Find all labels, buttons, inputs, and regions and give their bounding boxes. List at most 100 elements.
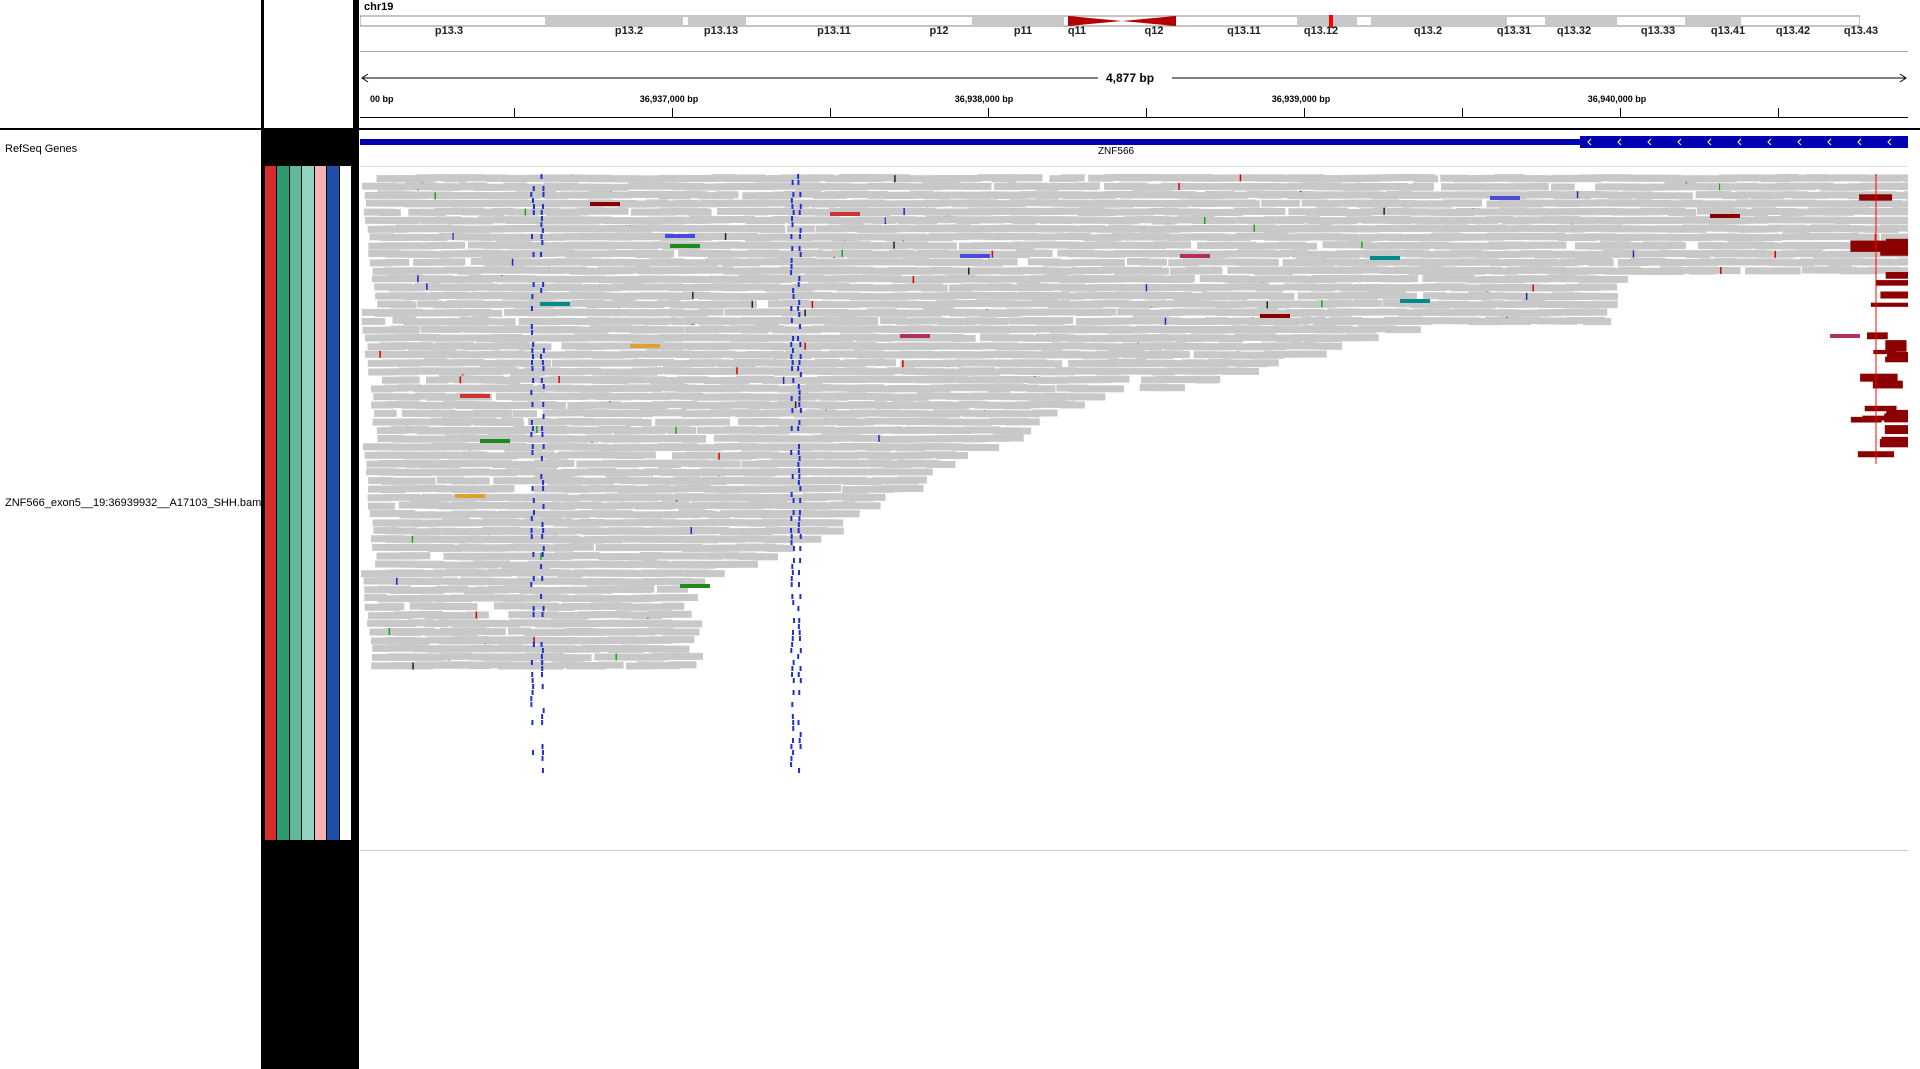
read[interactable] xyxy=(696,418,730,426)
read[interactable] xyxy=(518,343,552,351)
read[interactable] xyxy=(628,451,656,459)
chromosome-ideogram[interactable] xyxy=(360,15,1860,28)
read[interactable] xyxy=(747,384,779,392)
read[interactable] xyxy=(1293,242,1318,250)
read[interactable] xyxy=(547,460,575,467)
read[interactable] xyxy=(1140,258,1167,266)
read[interactable] xyxy=(1198,283,1234,291)
colored-read[interactable] xyxy=(1490,196,1520,200)
read[interactable] xyxy=(1262,208,1286,215)
read[interactable] xyxy=(971,368,1001,376)
read[interactable] xyxy=(778,519,808,527)
colored-read[interactable] xyxy=(1400,299,1430,303)
read[interactable] xyxy=(464,477,490,485)
read[interactable] xyxy=(401,552,431,560)
read[interactable] xyxy=(852,318,878,326)
read[interactable] xyxy=(1163,225,1194,233)
read[interactable] xyxy=(1205,217,1236,225)
read[interactable] xyxy=(830,510,860,518)
read[interactable] xyxy=(751,553,778,561)
read[interactable] xyxy=(582,418,616,426)
read[interactable] xyxy=(848,275,880,283)
read[interactable] xyxy=(1589,275,1628,283)
read[interactable] xyxy=(950,175,982,182)
read[interactable] xyxy=(1049,317,1073,324)
attr-cell-blue[interactable] xyxy=(327,166,339,840)
read[interactable] xyxy=(435,585,468,593)
read[interactable] xyxy=(1489,225,1519,233)
read[interactable] xyxy=(579,250,612,258)
read[interactable] xyxy=(1252,258,1279,266)
attr-cell-mint[interactable] xyxy=(302,166,314,840)
read[interactable] xyxy=(658,334,689,341)
read[interactable] xyxy=(383,258,410,266)
read[interactable] xyxy=(981,317,1008,325)
read[interactable] xyxy=(1411,182,1434,190)
read[interactable] xyxy=(1512,200,1543,208)
read[interactable] xyxy=(520,360,551,367)
read[interactable] xyxy=(500,417,524,425)
read[interactable] xyxy=(1238,242,1266,250)
read[interactable] xyxy=(569,543,594,551)
read[interactable] xyxy=(954,342,983,350)
read[interactable] xyxy=(885,485,924,492)
read[interactable] xyxy=(805,527,844,535)
clipped-read[interactable] xyxy=(1880,291,1908,299)
read[interactable] xyxy=(663,620,703,628)
read[interactable] xyxy=(482,628,506,636)
read[interactable] xyxy=(698,308,724,316)
read[interactable] xyxy=(1414,317,1454,325)
read[interactable] xyxy=(1006,427,1032,435)
read[interactable] xyxy=(441,652,472,660)
read[interactable] xyxy=(555,275,586,283)
clipped-read[interactable] xyxy=(1850,416,1882,423)
clipped-read[interactable] xyxy=(1885,340,1907,352)
colored-read[interactable] xyxy=(1710,214,1740,218)
read[interactable] xyxy=(897,476,927,484)
read[interactable] xyxy=(439,241,466,249)
read[interactable] xyxy=(1121,208,1155,216)
read[interactable] xyxy=(1091,308,1117,316)
read[interactable] xyxy=(1043,259,1076,267)
clipped-read[interactable] xyxy=(1881,436,1908,441)
read[interactable] xyxy=(555,654,592,662)
read[interactable] xyxy=(1413,175,1439,183)
attr-cell-white[interactable] xyxy=(339,166,351,840)
read[interactable] xyxy=(1111,367,1139,375)
read[interactable] xyxy=(1009,325,1042,333)
read[interactable] xyxy=(626,419,652,426)
read[interactable] xyxy=(1879,224,1908,232)
read[interactable] xyxy=(975,275,1004,283)
read[interactable] xyxy=(406,477,436,485)
read[interactable] xyxy=(1355,300,1382,307)
read[interactable] xyxy=(1316,342,1343,350)
read[interactable] xyxy=(852,434,882,442)
colored-read[interactable] xyxy=(455,494,485,498)
colored-read[interactable] xyxy=(590,202,620,206)
read[interactable] xyxy=(1291,350,1327,358)
read[interactable] xyxy=(1394,275,1419,283)
read[interactable] xyxy=(963,182,992,190)
read[interactable] xyxy=(1893,217,1908,224)
alignment-reads[interactable] xyxy=(360,174,1908,814)
read[interactable] xyxy=(649,250,675,258)
read[interactable] xyxy=(1345,334,1379,342)
read[interactable] xyxy=(814,484,842,492)
read[interactable] xyxy=(1085,385,1124,393)
read[interactable] xyxy=(662,628,700,636)
read[interactable] xyxy=(1666,192,1693,200)
read[interactable] xyxy=(936,452,968,460)
read[interactable] xyxy=(824,452,858,460)
clipped-read[interactable] xyxy=(1880,250,1908,256)
read[interactable] xyxy=(1593,292,1618,300)
read[interactable] xyxy=(1898,258,1908,266)
read[interactable] xyxy=(449,603,478,611)
read[interactable] xyxy=(1076,182,1100,190)
read[interactable] xyxy=(1582,318,1612,326)
read[interactable] xyxy=(603,191,631,199)
read[interactable] xyxy=(1903,208,1908,216)
read[interactable] xyxy=(1512,317,1540,324)
read[interactable] xyxy=(667,661,697,669)
clipped-read[interactable] xyxy=(1860,373,1898,382)
read[interactable] xyxy=(378,603,405,611)
